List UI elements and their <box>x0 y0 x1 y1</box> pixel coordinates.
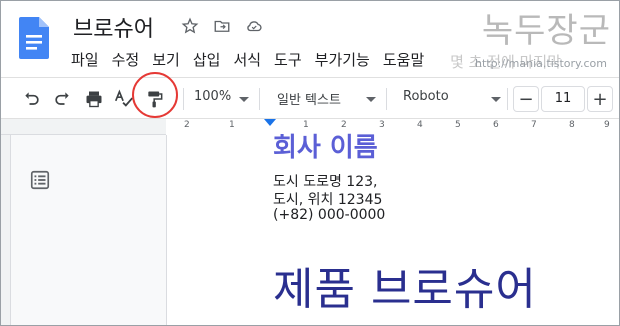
watermark-url: http://mania.tistory.com <box>474 57 607 70</box>
address-line[interactable]: 도시, 위치 12345 <box>273 189 382 209</box>
toolbar-divider <box>259 88 260 110</box>
document-canvas: 회사 이름 도시 도로명 123, 도시, 위치 12345 (+82) 000… <box>1 133 619 325</box>
document-title[interactable]: 브로슈어 <box>73 11 154 43</box>
product-heading[interactable]: 제품 브로슈어 <box>273 253 537 317</box>
menu-tools[interactable]: 도구 <box>274 47 309 72</box>
ruler-label: 4 <box>417 120 423 130</box>
menu-format[interactable]: 서식 <box>233 47 268 72</box>
toolbar: 100% 일반 텍스트 Roboto − 11 + <box>1 77 619 119</box>
ruler-label: 3 <box>379 120 385 130</box>
menu-view[interactable]: 보기 <box>152 47 187 72</box>
ruler-label: 5 <box>455 120 461 130</box>
toolbar-divider <box>507 88 508 110</box>
star-icon[interactable] <box>179 15 201 37</box>
cloud-status-icon[interactable] <box>243 15 265 37</box>
toolbar-divider <box>386 88 387 110</box>
style-dropdown-icon[interactable] <box>366 97 376 102</box>
menu-edit[interactable]: 수정 <box>112 47 147 72</box>
redo-icon <box>55 92 69 105</box>
ruler-label: 2 <box>184 120 190 130</box>
menu-file[interactable]: 파일 <box>71 47 106 72</box>
undo-button[interactable] <box>19 86 45 112</box>
document-outline-icon[interactable] <box>29 169 51 191</box>
ruler-label: 1 <box>229 120 235 130</box>
address-line[interactable]: 도시 도로명 123, <box>273 171 377 191</box>
phone-line[interactable]: (+82) 000-0000 <box>273 207 385 223</box>
ruler-label: 9 <box>604 120 610 130</box>
font-size-input[interactable]: 11 <box>541 86 585 112</box>
zoom-select[interactable]: 100% <box>194 89 231 104</box>
print-button[interactable] <box>81 86 107 112</box>
print-icon <box>86 91 102 108</box>
font-dropdown-icon[interactable] <box>491 97 501 102</box>
app-window: 브로슈어 파일 수정 보기 삽입 서식 도구 부가기능 도움말 몇 초 전에 마… <box>0 0 620 326</box>
vertical-ruler[interactable] <box>1 135 11 325</box>
menu-bar: 파일 수정 보기 삽입 서식 도구 부가기능 도움말 <box>71 47 437 72</box>
redo-button[interactable] <box>49 86 75 112</box>
menu-insert[interactable]: 삽입 <box>193 47 228 72</box>
toolbar-divider <box>183 88 184 110</box>
move-folder-icon[interactable] <box>211 15 233 37</box>
document-page[interactable]: 회사 이름 도시 도로명 123, 도시, 위치 12345 (+82) 000… <box>166 133 619 325</box>
docs-logo-icon[interactable] <box>19 17 49 59</box>
ruler-label: 7 <box>531 120 537 130</box>
company-name[interactable]: 회사 이름 <box>273 127 378 164</box>
watermark: 녹두장군 <box>481 11 611 51</box>
font-select[interactable]: Roboto <box>403 89 449 104</box>
paragraph-style-select[interactable]: 일반 텍스트 <box>277 89 341 108</box>
menu-help[interactable]: 도움말 <box>383 47 431 72</box>
zoom-dropdown-icon[interactable] <box>239 97 249 102</box>
indent-marker[interactable] <box>264 119 276 126</box>
ruler-label: 6 <box>493 120 499 130</box>
app-header: 브로슈어 파일 수정 보기 삽입 서식 도구 부가기능 도움말 몇 초 전에 마… <box>1 1 619 77</box>
paint-format-highlight <box>132 72 178 118</box>
undo-icon <box>25 92 39 105</box>
increase-font-size-button[interactable]: + <box>587 86 613 112</box>
menu-addons[interactable]: 부가기능 <box>315 47 377 72</box>
ruler-label: 8 <box>569 120 575 130</box>
title-actions <box>179 15 265 37</box>
decrease-font-size-button[interactable]: − <box>513 86 539 112</box>
